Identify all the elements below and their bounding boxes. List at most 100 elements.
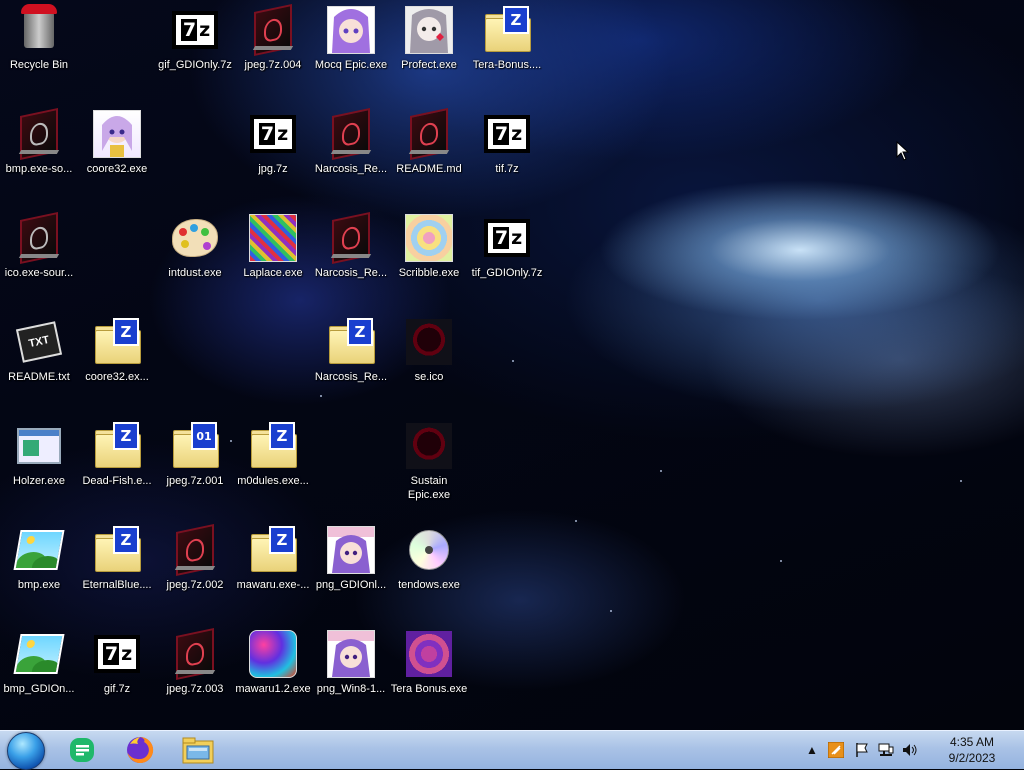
desktop-icon-bmp-gdionly[interactable]: bmp_GDIOn... — [0, 624, 78, 724]
desktop-icon-mocq-epic[interactable]: Mocq Epic.exe — [312, 0, 390, 100]
dark-exe-icon — [327, 211, 375, 265]
desktop-icon-jpeg-7z-003[interactable]: jpeg.7z.003 — [156, 624, 234, 724]
7z-archive-icon: 7z — [483, 214, 531, 262]
desktop-icon-jpeg-7z-001[interactable]: 01 jpeg.7z.001 — [156, 416, 234, 516]
star — [575, 520, 577, 522]
cd-drive-icon — [405, 526, 453, 574]
icon-label: gif_GDIOnly.7z — [158, 59, 232, 71]
volume-icon[interactable] — [902, 742, 918, 758]
dark-exe-icon — [327, 107, 375, 161]
zip-folder-icon: Z — [483, 6, 531, 54]
desktop-icon-se-ico[interactable]: se.ico — [390, 312, 468, 412]
desktop-icon-png-gdionly[interactable]: png_GDIOnl... — [312, 520, 390, 620]
desktop-icon-laplace[interactable]: Laplace.exe — [234, 208, 312, 308]
desktop-icon-intdust[interactable]: intdust.exe — [156, 208, 234, 308]
desktop-icon-dead-fish[interactable]: Z Dead-Fish.e... — [78, 416, 156, 516]
clock-date: 9/2/2023 — [948, 751, 996, 765]
desktop-icon-coore32-exe[interactable]: coore32.exe — [78, 104, 156, 204]
dark-exe-icon — [249, 3, 297, 57]
icon-label: tif.7z — [495, 163, 519, 175]
picture-icon — [249, 214, 297, 262]
star — [780, 560, 782, 562]
icon-label: Tera Bonus.exe — [390, 683, 468, 695]
desktop-icon-holzer[interactable]: Holzer.exe — [0, 416, 78, 516]
icon-label: Narcosis_Re... — [314, 267, 388, 279]
desktop-icon-jpeg-7z-002[interactable]: jpeg.7z.002 — [156, 520, 234, 620]
desktop-icon-readme-txt[interactable]: TXT README.txt — [0, 312, 78, 412]
icon-label: jpeg.7z.001 — [166, 475, 224, 487]
zip-folder-icon: Z — [93, 318, 141, 366]
desktop-icon-mawaru12[interactable]: mawaru1.2.exe — [234, 624, 312, 724]
picture-icon — [327, 526, 375, 574]
star — [512, 360, 514, 362]
icon-label: Scribble.exe — [398, 267, 460, 279]
icon-label: jpeg.7z.002 — [166, 579, 224, 591]
app-tray-icon[interactable] — [828, 742, 844, 758]
dark-exe-icon — [171, 627, 219, 681]
desktop-icon-narcosis-3[interactable]: Z Narcosis_Re... — [312, 312, 390, 412]
icon-label: bmp.exe-so... — [5, 163, 73, 175]
image-file-icon — [13, 630, 65, 678]
desktop-icon-gif-gdionly-7z[interactable]: 7z gif_GDIOnly.7z — [156, 0, 234, 100]
desktop-icon-tera-bonus-zip[interactable]: Z Tera-Bonus.... — [468, 0, 546, 100]
desktop-icon-bmp-exe-source[interactable]: bmp.exe-so... — [0, 104, 78, 204]
firefox-icon[interactable] — [122, 732, 158, 768]
icon-label: coore32.exe — [86, 163, 148, 175]
taskbar: ▲ 4:35 AM 9/2/2023 — [0, 730, 1024, 770]
desktop-icon-sustain-epic[interactable]: Sustain Epic.exe — [390, 416, 468, 516]
icon-label: se.ico — [414, 371, 444, 383]
picture-icon — [405, 318, 453, 366]
desktop-icon-jpg-7z[interactable]: 7z jpg.7z — [234, 104, 312, 204]
picture-icon — [405, 630, 453, 678]
icon-label: gif.7z — [103, 683, 131, 695]
desktop-icon-bmp-exe[interactable]: bmp.exe — [0, 520, 78, 620]
icon-label: mawaru1.2.exe — [235, 683, 311, 695]
zip-folder-icon: Z — [249, 526, 297, 574]
star — [960, 480, 962, 482]
desktop-icon-scribble[interactable]: Scribble.exe — [390, 208, 468, 308]
show-hidden-icons-button[interactable]: ▲ — [804, 742, 820, 758]
desktop-icon-ico-exe-source[interactable]: ico.exe-sour... — [0, 208, 78, 308]
dark-exe-icon — [15, 107, 63, 161]
desktop-icon-narcosis-2[interactable]: Narcosis_Re... — [312, 208, 390, 308]
desktop-icon-mawaru-exe-zip[interactable]: Z mawaru.exe-... — [234, 520, 312, 620]
desktop-icon-profect[interactable]: Profect.exe — [390, 0, 468, 100]
icon-label: Sustain Epic.exe — [407, 475, 451, 501]
icon-label: jpg.7z — [258, 163, 288, 175]
desktop-icon-png-win8[interactable]: png_Win8-1... — [312, 624, 390, 724]
desktop-icon-coore32-ex-zip[interactable]: Z coore32.ex... — [78, 312, 156, 412]
icon-label: ico.exe-sour... — [4, 267, 74, 279]
zip-folder-icon: Z — [327, 318, 375, 366]
icon-label: mawaru.exe-... — [236, 579, 310, 591]
desktop-icon-narcosis-1[interactable]: Narcosis_Re... — [312, 104, 390, 204]
network-icon[interactable] — [878, 742, 894, 758]
desktop-icon-tif-7z[interactable]: 7z tif.7z — [468, 104, 546, 204]
desktop-icon-gif-7z[interactable]: 7z gif.7z — [78, 624, 156, 724]
picture-icon — [93, 110, 141, 158]
desktop-icon-m0dules[interactable]: Z m0dules.exe... — [234, 416, 312, 516]
desktop: Recycle Bin bmp.exe-so... ico.exe-sour..… — [0, 0, 1024, 730]
file-explorer-icon[interactable] — [180, 732, 216, 768]
icon-label: coore32.ex... — [85, 371, 149, 383]
icon-label: m0dules.exe... — [237, 475, 309, 487]
clock[interactable]: 4:35 AM 9/2/2023 — [942, 734, 1002, 766]
zip-folder-icon: Z — [249, 422, 297, 470]
desktop-icon-tera-bonus-exe[interactable]: Tera Bonus.exe — [390, 624, 468, 724]
desktop-icon-tendows[interactable]: tendows.exe — [390, 520, 468, 620]
desktop-icon-recycle-bin[interactable]: Recycle Bin — [0, 0, 78, 100]
zip-folder-icon: Z — [93, 526, 141, 574]
7z-archive-icon: 7z — [249, 110, 297, 158]
icon-label: Narcosis_Re... — [314, 163, 388, 175]
icon-label: Laplace.exe — [243, 267, 303, 279]
system-tray: ▲ 4:35 AM 9/2/2023 — [804, 731, 1024, 769]
action-center-flag-icon[interactable] — [854, 742, 870, 758]
notes-app-icon[interactable] — [64, 732, 100, 768]
desktop-icon-readme-md[interactable]: README.md — [390, 104, 468, 204]
desktop-icon-eternalblue[interactable]: Z EternalBlue.... — [78, 520, 156, 620]
icon-label: png_GDIOnl... — [315, 579, 387, 591]
desktop-icon-jpeg-7z-004[interactable]: jpeg.7z.004 — [234, 0, 312, 100]
icon-label: README.txt — [8, 371, 70, 383]
start-orb-icon[interactable] — [7, 732, 45, 770]
desktop-icon-tif-gdionly-7z[interactable]: 7z tif_GDIOnly.7z — [468, 208, 546, 308]
icon-label: EternalBlue.... — [82, 579, 152, 591]
